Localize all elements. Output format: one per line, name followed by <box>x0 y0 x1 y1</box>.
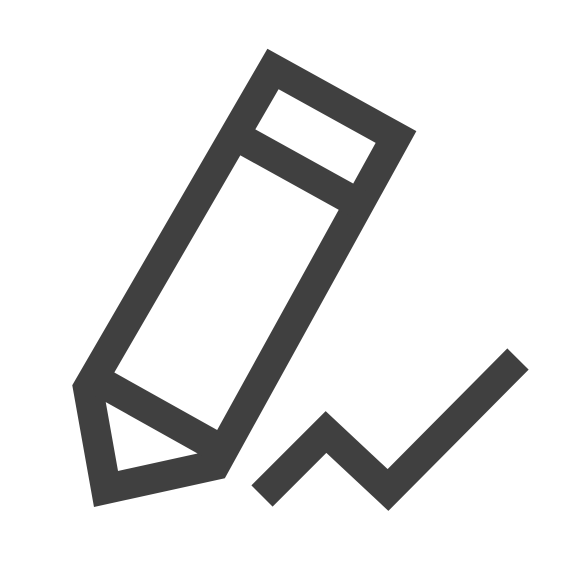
pencil-icon <box>72 48 417 508</box>
icon-canvas <box>0 0 580 580</box>
pencil-signature-icon <box>72 48 529 511</box>
signature-squiggle <box>251 348 529 511</box>
pencil-eraser-band <box>232 124 369 219</box>
pencil-tip-band <box>89 366 223 460</box>
pencil-body-outline <box>72 48 417 508</box>
